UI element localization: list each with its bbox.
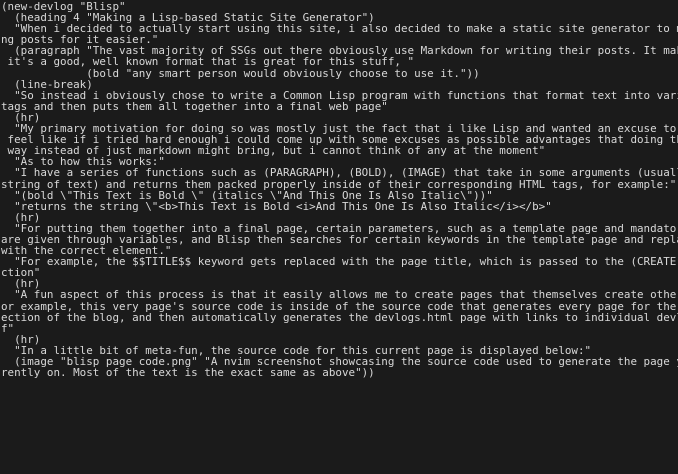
code-line: "For putting them together into a final …	[1, 222, 678, 234]
code-line: rently on. Most of the text is the exact…	[1, 367, 375, 379]
code-line: (bold "any smart person would obviously …	[1, 67, 480, 79]
code-line: "A fun aspect of this process is that it…	[1, 289, 678, 301]
code-line: (hr)	[1, 278, 41, 290]
code-line: with the correct element."	[1, 245, 172, 257]
code-line: (new-devlog "Blisp"	[1, 1, 126, 13]
code-line: "When i decided to actually start using …	[1, 23, 678, 35]
code-line: tags and then puts them all together int…	[1, 100, 388, 112]
code-line: "In a little bit of meta-fun, the source…	[1, 344, 592, 356]
code-line: (image "blisp_page_code.png" "A nvim scr…	[1, 356, 678, 368]
code-line: "So instead i obviously chose to write a…	[1, 89, 678, 101]
code-line: "I have a series of functions such as (P…	[1, 167, 678, 179]
code-line: "My primary motivation for doing so was …	[1, 123, 678, 135]
code-line: are given through variables, and Blisp t…	[1, 233, 678, 246]
code-line: ng posts for it easier."	[1, 34, 159, 46]
code-line: feel like if i tried hard enough i could…	[1, 134, 678, 146]
code-line: (heading 4 "Making a Lisp-based Static S…	[1, 12, 375, 24]
code-line: way instead of just markdown might bring…	[1, 145, 546, 157]
code-line: (line-break)	[1, 78, 93, 90]
code-line: (hr)	[1, 211, 41, 223]
code-line: ction"	[1, 267, 41, 279]
code-line: or example, this very page's source code…	[1, 300, 678, 312]
code-line: (hr)	[1, 333, 41, 345]
code-line: "(bold \"This Text is Bold \" (italics \…	[1, 189, 493, 201]
code-line: string of text) and returns them packed …	[1, 178, 677, 190]
code-line: (paragraph "The vast majority of SSGs ou…	[1, 45, 678, 57]
code-line: ection of the blog, and then automatical…	[1, 311, 678, 323]
code-line: "returns the string \"<b>This Text is Bo…	[1, 200, 552, 212]
code-editor[interactable]: (new-devlog "Blisp" (heading 4 "Making a…	[0, 0, 678, 474]
code-line: it's a good, well known format that is g…	[1, 56, 415, 68]
code-line: "For example, the $$TITLE$$ keyword gets…	[1, 256, 678, 268]
code-line: f"	[1, 322, 15, 334]
code-line: "As to how this works:"	[1, 156, 165, 168]
code-line: (hr)	[1, 111, 41, 124]
